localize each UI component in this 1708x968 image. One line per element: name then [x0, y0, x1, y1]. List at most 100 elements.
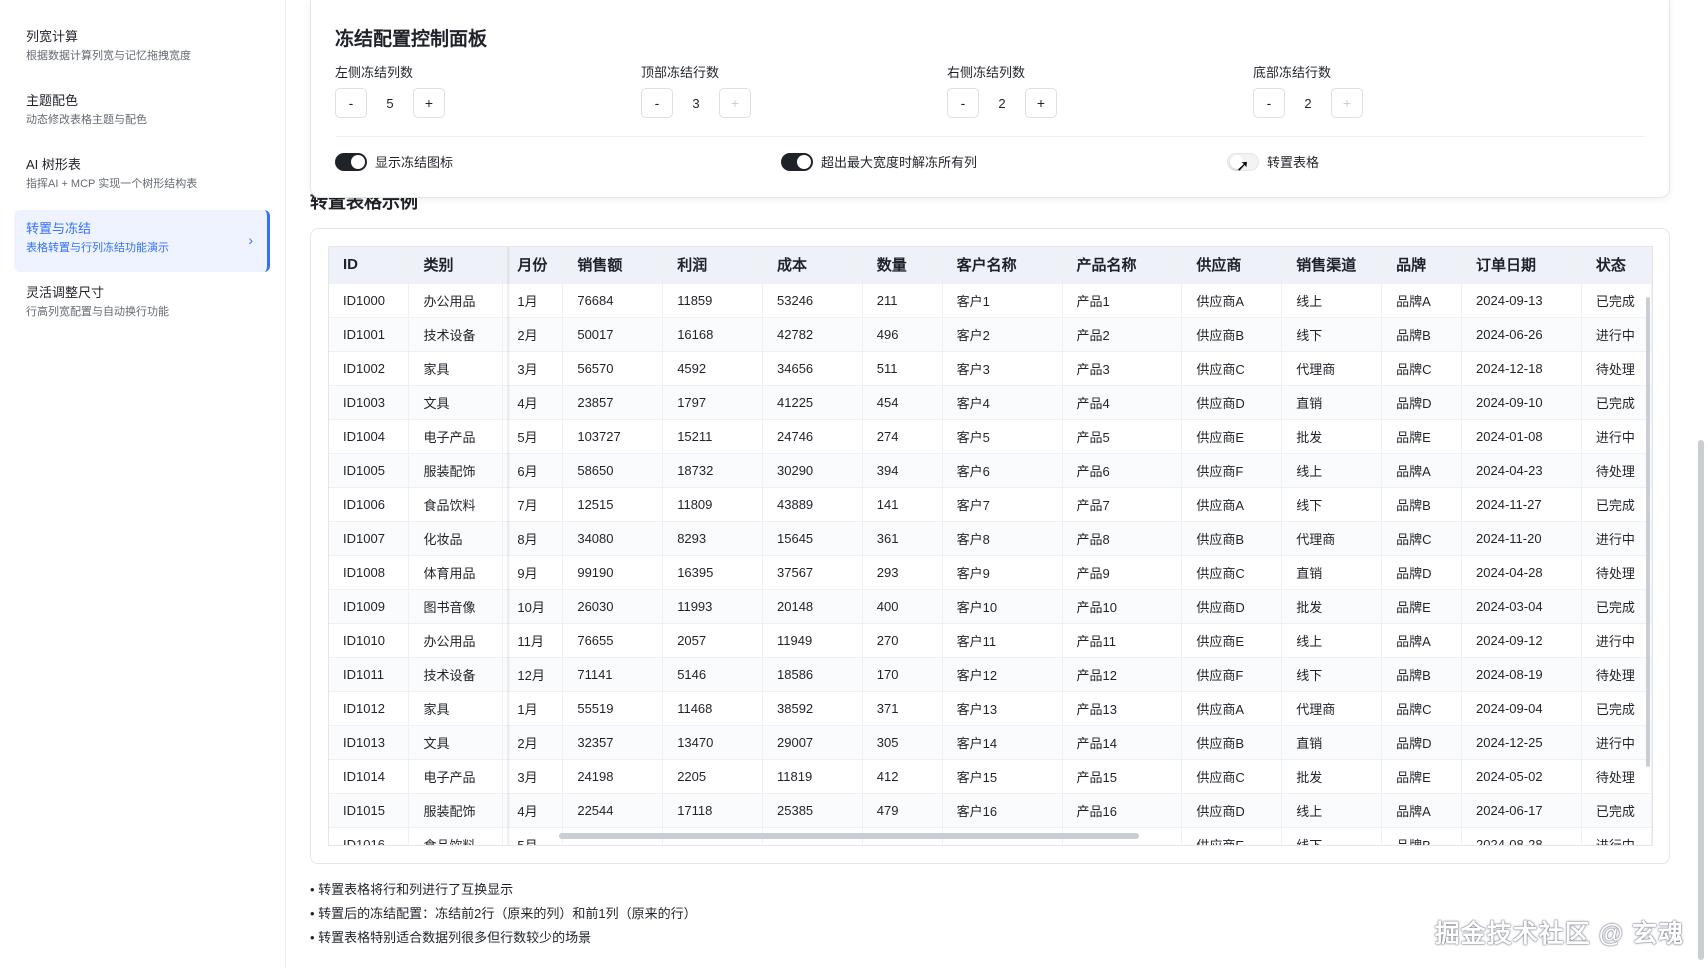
- table-cell[interactable]: 已完成: [1581, 385, 1652, 420]
- table-cell[interactable]: 线下: [1281, 657, 1383, 692]
- table-cell[interactable]: 24746: [762, 419, 863, 454]
- table-cell[interactable]: 线上: [1281, 793, 1383, 828]
- table-cell[interactable]: 3月: [502, 351, 564, 386]
- table-cell[interactable]: 8293: [662, 521, 763, 556]
- table-cell[interactable]: 品牌C: [1381, 351, 1463, 386]
- table-cell[interactable]: 批发: [1281, 759, 1383, 794]
- data-table-viewport[interactable]: ID 类别 月份 销售额 利润 成本 数量 客户名称 产品名称 供应商 销售渠道 品牌 订单日期 状态 I…: [328, 246, 1653, 846]
- table-cell[interactable]: 1月: [502, 283, 564, 318]
- table-cell[interactable]: 体育用品: [408, 555, 504, 590]
- table-cell[interactable]: 批发: [1281, 589, 1383, 624]
- table-cell[interactable]: 供应商E: [1181, 827, 1283, 845]
- table-cell[interactable]: 产品13: [1062, 691, 1183, 726]
- table-cell[interactable]: ID1016: [329, 827, 410, 845]
- table-cell[interactable]: 270: [862, 623, 943, 658]
- table-cell[interactable]: 71141: [562, 657, 664, 692]
- table-cell[interactable]: 2024-11-20: [1461, 521, 1582, 556]
- table-cell[interactable]: 品牌C: [1381, 691, 1463, 726]
- table-cell[interactable]: 11993: [662, 589, 763, 624]
- table-cell[interactable]: 15211: [662, 419, 763, 454]
- table-cell[interactable]: 产品12: [1062, 657, 1183, 692]
- table-row[interactable]: ID1006 食品饮料 7月 12515 11809 43889 141 客户7 产品7 供应商A…: [329, 487, 1652, 522]
- table-cell[interactable]: ID1010: [329, 623, 410, 658]
- table-cell[interactable]: 479: [862, 793, 943, 828]
- increment-button[interactable]: +: [1025, 88, 1057, 118]
- column-header[interactable]: 产品名称: [1062, 247, 1183, 284]
- table-cell[interactable]: 已完成: [1581, 487, 1652, 522]
- table-cell[interactable]: 2024-09-12: [1461, 623, 1582, 658]
- decrement-button[interactable]: -: [641, 88, 673, 118]
- table-cell[interactable]: 已完成: [1581, 793, 1652, 828]
- decrement-button[interactable]: -: [947, 88, 979, 118]
- table-cell[interactable]: 76684: [562, 283, 664, 318]
- table-cell[interactable]: 供应商E: [1181, 623, 1283, 658]
- table-cell[interactable]: 品牌B: [1381, 657, 1463, 692]
- table-cell[interactable]: 55519: [562, 691, 664, 726]
- table-cell[interactable]: 2024-04-23: [1461, 453, 1582, 488]
- table-cell[interactable]: 18732: [662, 453, 763, 488]
- table-cell[interactable]: 2024-09-10: [1461, 385, 1582, 420]
- table-cell[interactable]: 361: [862, 521, 943, 556]
- table-vertical-scrollbar[interactable]: [1646, 297, 1650, 767]
- table-row[interactable]: ID1007 化妆品 8月 34080 8293 15645 361 客户8 产品8 供应商B 代理…: [329, 521, 1652, 556]
- table-cell[interactable]: 2024-08-28: [1461, 827, 1582, 845]
- table-cell[interactable]: 进行中: [1581, 419, 1652, 454]
- table-cell[interactable]: 客户13: [942, 691, 1063, 726]
- table-cell[interactable]: 代理商: [1281, 691, 1383, 726]
- table-cell[interactable]: 代理商: [1281, 521, 1383, 556]
- table-cell[interactable]: 2024-06-17: [1461, 793, 1582, 828]
- table-cell[interactable]: 22544: [562, 793, 664, 828]
- table-cell[interactable]: 客户1: [942, 283, 1063, 318]
- page-vertical-scrollbar[interactable]: [1698, 440, 1704, 960]
- increment-button[interactable]: +: [1331, 88, 1363, 118]
- table-cell[interactable]: ID1013: [329, 725, 410, 760]
- table-cell[interactable]: 客户7: [942, 487, 1063, 522]
- table-cell[interactable]: ID1002: [329, 351, 410, 386]
- table-cell[interactable]: ID1012: [329, 691, 410, 726]
- table-cell[interactable]: 6月: [502, 453, 564, 488]
- column-header[interactable]: 订单日期: [1461, 247, 1582, 284]
- table-cell[interactable]: 客户2: [942, 317, 1063, 352]
- table-cell[interactable]: 供应商E: [1181, 419, 1283, 454]
- table-cell[interactable]: 11月: [502, 623, 564, 658]
- table-cell[interactable]: 供应商A: [1181, 487, 1283, 522]
- table-cell[interactable]: 5月: [502, 827, 564, 845]
- table-cell[interactable]: 已完成: [1581, 589, 1652, 624]
- column-header[interactable]: 销售渠道: [1281, 247, 1383, 284]
- table-cell[interactable]: 42782: [762, 317, 863, 352]
- table-cell[interactable]: ID1008: [329, 555, 410, 590]
- table-row[interactable]: ID1014 电子产品 3月 24198 2205 11819 412 客户15 产品15 供应商…: [329, 759, 1652, 794]
- table-cell[interactable]: 客户11: [942, 623, 1063, 658]
- table-cell[interactable]: 2月: [502, 725, 564, 760]
- decrement-button[interactable]: -: [335, 88, 367, 118]
- table-cell[interactable]: 11468: [662, 691, 763, 726]
- table-cell[interactable]: 进行中: [1581, 827, 1652, 845]
- table-cell[interactable]: ID1014: [329, 759, 410, 794]
- table-cell[interactable]: 394: [862, 453, 943, 488]
- table-cell[interactable]: 412: [862, 759, 943, 794]
- table-cell[interactable]: 供应商B: [1181, 725, 1283, 760]
- table-cell[interactable]: 线下: [1281, 827, 1383, 845]
- table-cell[interactable]: 2024-01-08: [1461, 419, 1582, 454]
- table-row[interactable]: ID1015 服装配饰 4月 22544 17118 25385 479 客户16 产品16 供应…: [329, 793, 1652, 828]
- table-cell[interactable]: 26030: [562, 589, 664, 624]
- table-cell[interactable]: 供应商B: [1181, 521, 1283, 556]
- table-cell[interactable]: ID1001: [329, 317, 410, 352]
- table-cell[interactable]: 客户5: [942, 419, 1063, 454]
- column-header[interactable]: 数量: [862, 247, 943, 284]
- table-cell[interactable]: 进行中: [1581, 623, 1652, 658]
- table-cell[interactable]: 4592: [662, 351, 763, 386]
- table-cell[interactable]: 2024-09-04: [1461, 691, 1582, 726]
- table-cell[interactable]: 直销: [1281, 385, 1383, 420]
- table-cell[interactable]: 线下: [1281, 317, 1383, 352]
- table-cell[interactable]: 已完成: [1581, 283, 1652, 318]
- table-cell[interactable]: 50017: [562, 317, 664, 352]
- table-cell[interactable]: 线上: [1281, 623, 1383, 658]
- table-cell[interactable]: 170: [862, 657, 943, 692]
- column-header[interactable]: 类别: [408, 247, 504, 284]
- table-cell[interactable]: 11949: [762, 623, 863, 658]
- table-cell[interactable]: 食品饮料: [408, 827, 504, 845]
- table-cell[interactable]: 56570: [562, 351, 664, 386]
- column-header[interactable]: 供应商: [1181, 247, 1283, 284]
- table-cell[interactable]: 1797: [662, 385, 763, 420]
